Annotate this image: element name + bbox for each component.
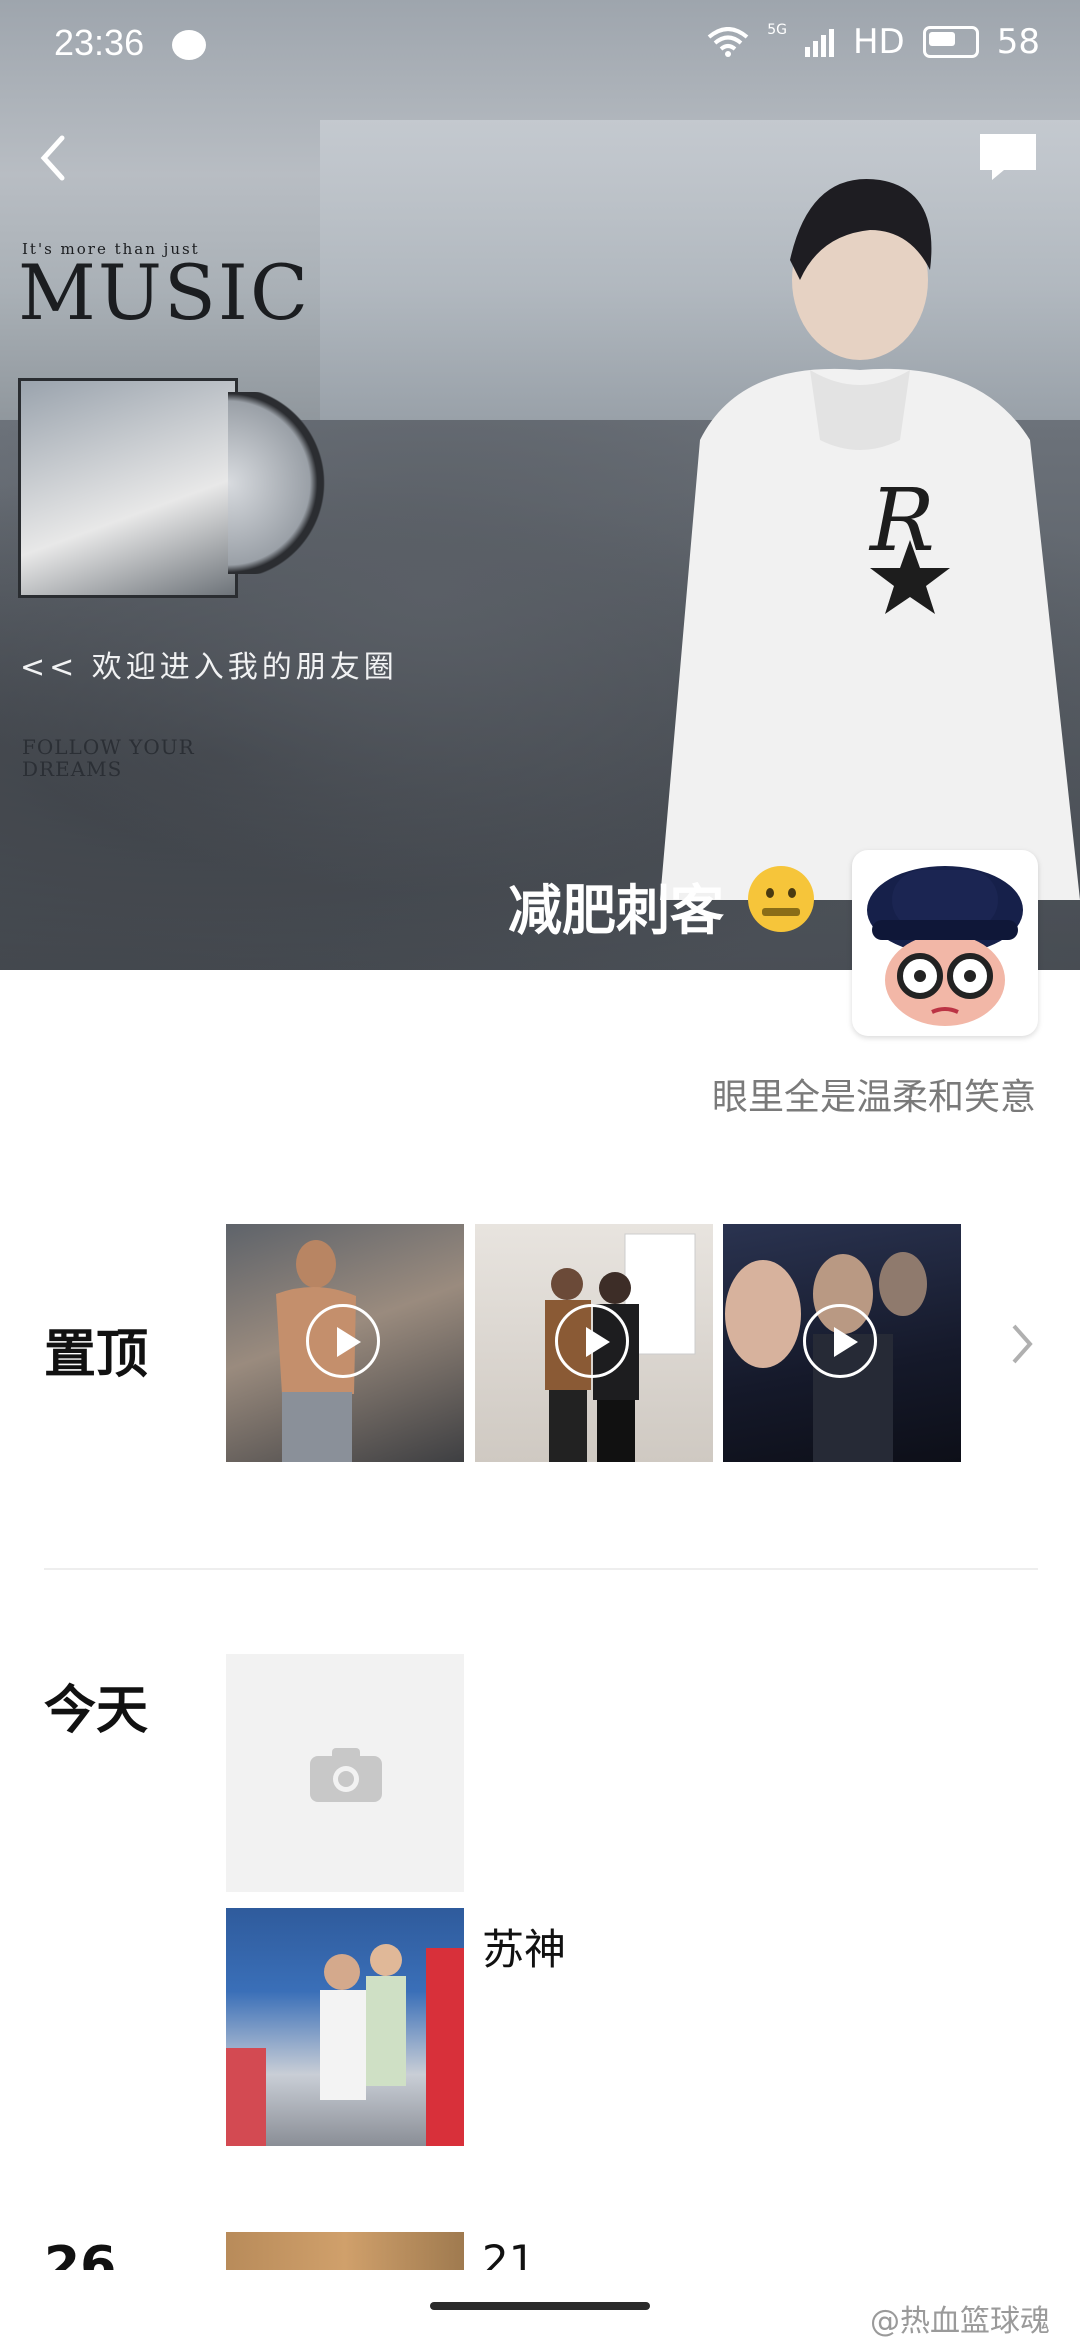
cover-photo[interactable]: R 23:36 5G HD 58 It's more than just MUS… <box>0 0 1080 970</box>
today-label: 今天 <box>44 1681 149 1741</box>
pinned-label: 置顶 <box>44 1325 149 1385</box>
hd-label: HD <box>852 22 905 62</box>
chevron-right-icon[interactable] <box>1010 1322 1036 1366</box>
svg-text:R: R <box>868 471 935 571</box>
status-time: 23:36 <box>54 22 145 63</box>
back-icon[interactable] <box>32 128 82 188</box>
pinned-video-1[interactable] <box>226 1224 464 1462</box>
pinned-video-3[interactable] <box>723 1224 961 1462</box>
profile-nickname[interactable]: 减肥刺客 <box>508 866 724 945</box>
album-art <box>18 378 238 598</box>
post-camera-button[interactable] <box>226 1654 464 1892</box>
home-indicator[interactable] <box>430 2302 650 2310</box>
post-image-1[interactable] <box>226 1908 464 2146</box>
dreams-text: FOLLOW YOUR DREAMS <box>22 736 195 780</box>
music-logo: It's more than just MUSIC <box>18 240 311 337</box>
battery-level: 58 <box>996 22 1040 62</box>
dreams-line-1: FOLLOW YOUR <box>22 735 195 759</box>
next-day-label: 26 <box>44 2236 117 2270</box>
dreams-line-2: DREAMS <box>22 757 123 781</box>
chat-bubble-icon <box>172 30 206 60</box>
play-icon <box>803 1304 877 1378</box>
zipper-mouth-emoji-icon <box>748 866 814 932</box>
avatar-illustration <box>867 866 1023 1026</box>
stadium-crowd-image <box>226 1944 464 2146</box>
battery-icon <box>922 26 979 58</box>
play-icon <box>306 1304 380 1378</box>
music-big-text: MUSIC <box>18 248 311 337</box>
message-icon[interactable] <box>978 132 1038 182</box>
play-icon <box>555 1304 629 1378</box>
camera-icon <box>310 1748 382 1802</box>
post-text-1[interactable]: 苏神 <box>482 1916 566 1977</box>
wifi-icon <box>707 27 749 57</box>
status-bar: 23:36 5G HD 58 <box>0 0 1080 92</box>
profile-signature: 眼里全是温柔和笑意 <box>711 1077 1036 1118</box>
watermark-text: @热血篮球魂 <box>870 2304 1050 2339</box>
welcome-text: << 欢迎进入我的朋友圈 <box>20 650 398 685</box>
network-label: 5G <box>767 22 787 38</box>
post-image-2[interactable] <box>226 2232 464 2270</box>
post-text-2[interactable]: 21 <box>482 2236 535 2270</box>
cover-person: R <box>660 179 1080 900</box>
signal-icon <box>804 29 834 57</box>
section-divider <box>44 1568 1038 1570</box>
status-right: 5G HD 58 <box>707 22 1040 62</box>
pinned-video-2[interactable] <box>475 1224 713 1462</box>
avatar[interactable] <box>852 850 1038 1036</box>
